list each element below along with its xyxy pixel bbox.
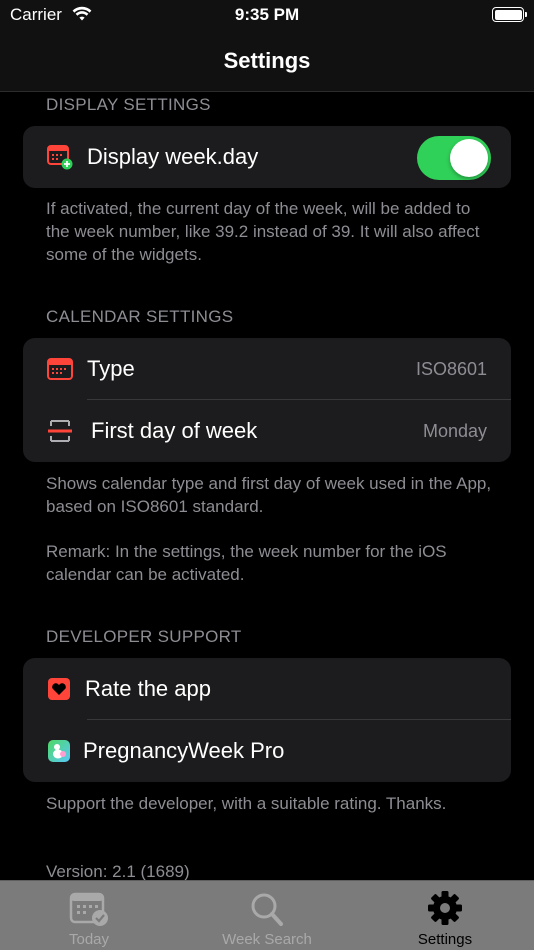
gear-icon (428, 891, 462, 925)
tab-week-search[interactable]: Week Search (178, 881, 356, 950)
status-bar: Carrier 9:35 PM (0, 0, 534, 32)
display-weekday-toggle[interactable] (417, 136, 491, 180)
display-weekday-row[interactable]: Display week.day (23, 126, 511, 188)
status-time: 9:35 PM (234, 5, 300, 24)
tab-today[interactable]: Today (0, 881, 178, 950)
pregnancyweek-pro-label: PregnancyWeek Pro (83, 738, 285, 763)
heart-icon (48, 678, 70, 700)
first-day-of-week-row[interactable]: First day of week Monday (23, 400, 511, 462)
developer-support-footer: Support the developer, with a suitable r… (46, 794, 447, 813)
calendar-settings-remark: Remark: In the settings, the week number… (46, 542, 447, 584)
calendar-type-value: ISO8601 (415, 358, 487, 379)
toggle-knob (450, 139, 488, 177)
rate-app-label: Rate the app (85, 676, 211, 701)
tab-settings[interactable]: Settings (356, 881, 534, 950)
version-label: Version: 2.1 (1689) (46, 862, 190, 880)
tab-today-label: Today (68, 931, 110, 948)
page-title: Settings (223, 48, 311, 73)
calendar-type-row[interactable]: Type ISO8601 (23, 338, 511, 400)
calendar-settings-footer: Shows calendar type and first day of wee… (46, 474, 492, 516)
section-header-display: DISPLAY SETTINGS (46, 95, 211, 114)
tab-week-search-label: Week Search (222, 931, 312, 948)
calendar-week-icon (48, 420, 72, 442)
section-header-calendar: CALENDAR SETTINGS (46, 307, 234, 326)
battery-icon (492, 7, 527, 22)
settings-list[interactable]: DISPLAY SETTINGS Display week.day If act… (0, 93, 534, 880)
calendar-add-icon (47, 145, 73, 170)
pregnancyweek-app-icon (48, 740, 70, 762)
first-day-of-week-label: First day of week (91, 418, 258, 443)
display-weekday-label: Display week.day (87, 144, 259, 169)
pregnancyweek-pro-row[interactable]: PregnancyWeek Pro (23, 720, 511, 782)
display-settings-footer: If activated, the current day of the wee… (46, 199, 480, 264)
rate-app-row[interactable]: Rate the app (23, 658, 511, 720)
calendar-type-label: Type (87, 356, 135, 381)
display-settings-group: Display week.day (23, 126, 511, 188)
calendar-icon (47, 358, 73, 380)
calendar-check-icon (69, 892, 108, 926)
tab-settings-label: Settings (417, 931, 473, 948)
magnifier-icon (251, 893, 283, 926)
calendar-settings-group: Type ISO8601 First day of week Monday (23, 338, 511, 462)
first-day-of-week-value: Monday (422, 420, 487, 441)
navigation-bar: Settings (0, 32, 534, 92)
section-header-developer: DEVELOPER SUPPORT (46, 627, 242, 646)
developer-support-group: Rate the app PregnancyWeek Pro (23, 658, 511, 782)
tab-bar: Today Week Search Settings (0, 880, 534, 950)
